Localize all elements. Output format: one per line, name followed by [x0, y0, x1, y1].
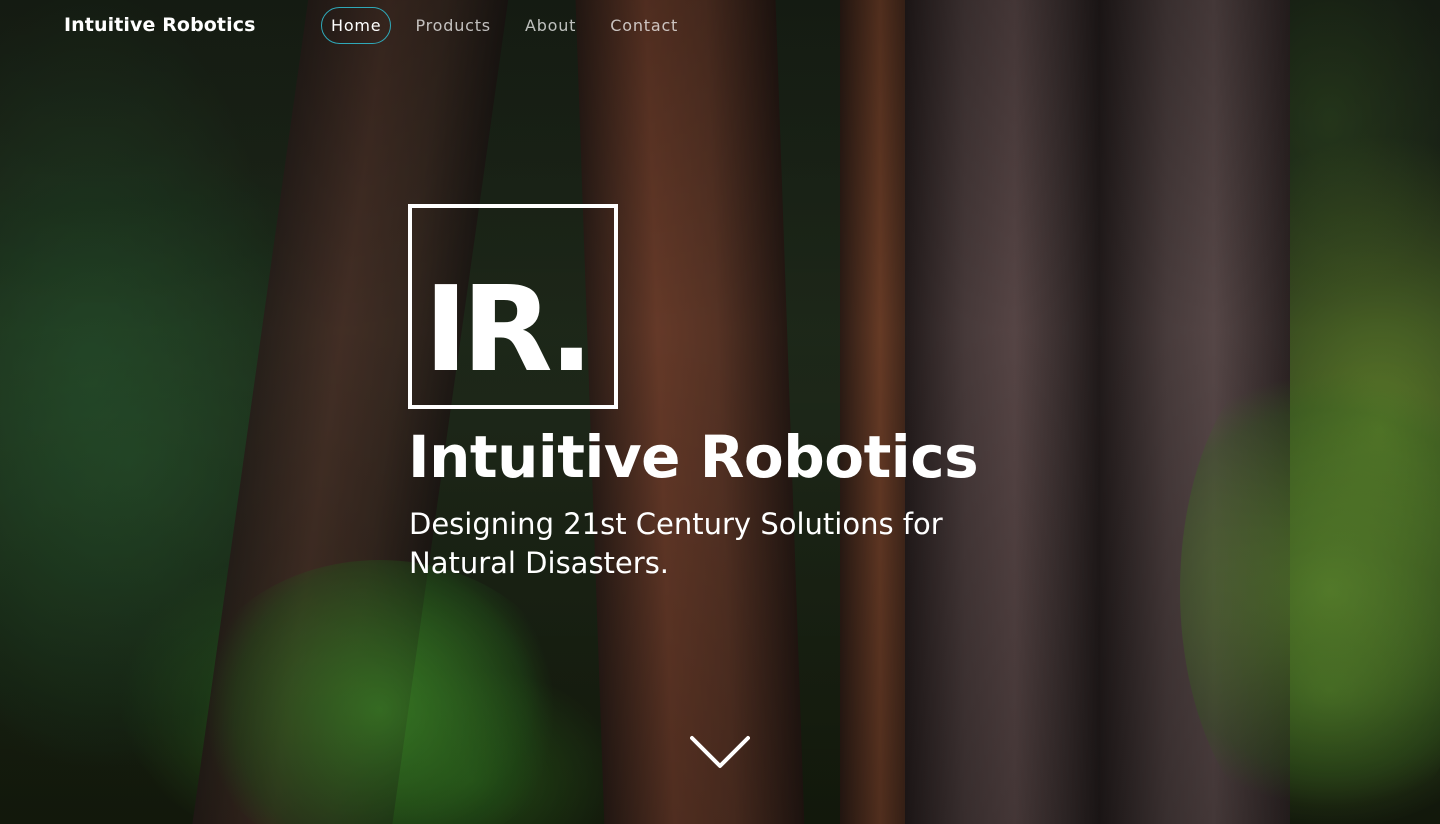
scroll-down-button[interactable] — [690, 728, 750, 772]
top-navigation: Intuitive Robotics Home Products About C… — [0, 0, 1440, 52]
nav-item-home[interactable]: Home — [321, 7, 392, 44]
hero-subtitle: Designing 21st Century Solutions for Nat… — [409, 507, 943, 580]
forest-background — [0, 0, 1440, 824]
nav-item-contact[interactable]: Contact — [600, 7, 688, 44]
logo-text: IR. — [424, 260, 594, 398]
hero-title: Intuitive Robotics — [408, 423, 979, 491]
logo-mark: IR. — [408, 204, 618, 409]
chevron-down-icon — [690, 736, 750, 768]
nav-item-about[interactable]: About — [515, 7, 586, 44]
brand-link[interactable]: Intuitive Robotics — [64, 14, 256, 36]
hero-section: Intuitive Robotics Home Products About C… — [0, 0, 1440, 824]
nav-menu: Home Products About Contact — [321, 7, 702, 44]
nav-item-products[interactable]: Products — [405, 7, 501, 44]
